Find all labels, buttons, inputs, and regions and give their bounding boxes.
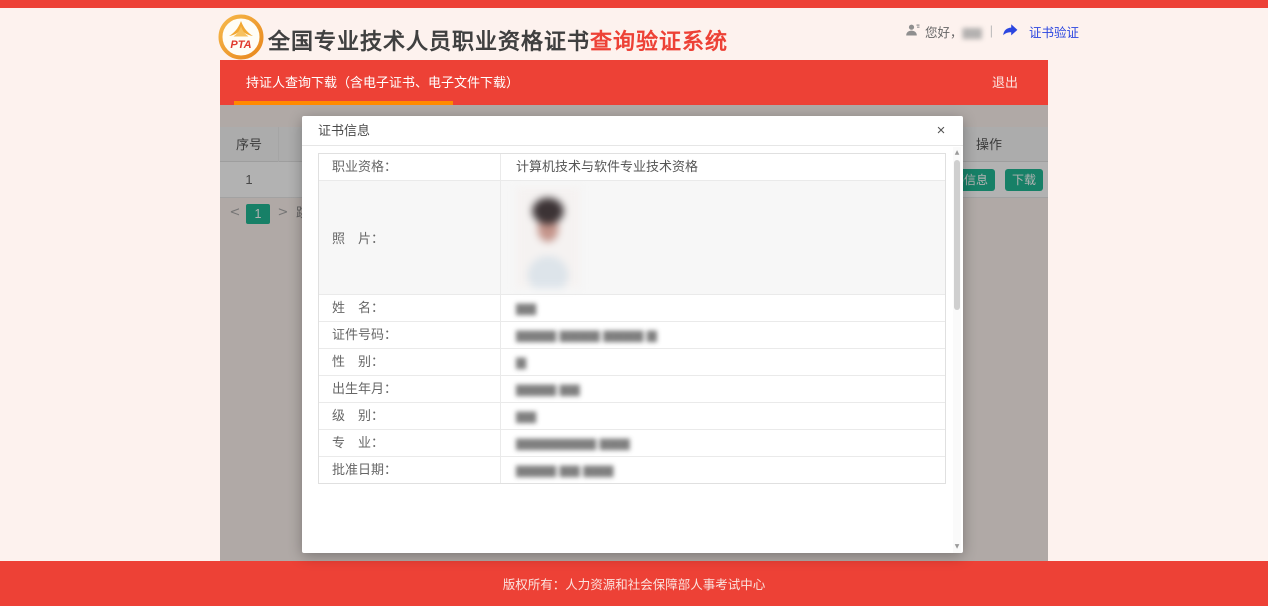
nav-bar: 持证人查询下载（含电子证书、电子文件下载） 退出	[220, 60, 1048, 105]
top-accent-bar	[0, 0, 1268, 8]
field-label: 职业资格：	[319, 154, 501, 180]
greeting-text: 您好，	[925, 22, 963, 41]
field-value-redacted: ▆	[501, 349, 945, 375]
logout-button[interactable]: 退出	[992, 60, 1018, 105]
field-label: 证件号码：	[319, 322, 501, 348]
footer-bar: 版权所有：人力资源和社会保障部人事考试中心	[0, 561, 1268, 606]
content-area: 序号 操作 1 证书信息 下载 < 1 > 跳至 证书信息 ×	[220, 105, 1048, 561]
scrollbar-thumb[interactable]	[954, 160, 960, 310]
field-row-approval-date: 批准日期： ▆▆▆▆ ▆▆ ▆▆▆	[319, 457, 945, 483]
field-row-level: 级 别： ▆▆	[319, 403, 945, 430]
pta-logo-icon: PTA	[218, 14, 264, 60]
field-row-qualification: 职业资格： 计算机技术与软件专业技术资格	[319, 154, 945, 181]
field-value-redacted: ▆▆	[501, 295, 945, 321]
field-row-name: 姓 名： ▆▆	[319, 295, 945, 322]
field-label: 姓 名：	[319, 295, 501, 321]
scroll-down-icon[interactable]: ▼	[953, 542, 961, 552]
certificate-fields-table: 职业资格： 计算机技术与软件专业技术资格 照 片： 姓 名： ▆▆	[318, 153, 946, 484]
field-label: 照 片：	[319, 181, 501, 294]
svg-text:PTA: PTA	[230, 39, 251, 51]
field-row-photo: 照 片：	[319, 181, 945, 295]
field-value-redacted: ▆▆▆▆ ▆▆▆▆ ▆▆▆▆ ▆	[501, 322, 945, 348]
certificate-info-dialog: 证书信息 × 职业资格： 计算机技术与软件专业技术资格 照 片：	[302, 116, 963, 553]
user-name-redacted: ▆▆	[963, 24, 982, 39]
copyright-text: 版权所有：人力资源和社会保障部人事考试中心	[0, 561, 1268, 593]
tab-holder-query-download[interactable]: 持证人查询下载（含电子证书、电子文件下载）	[246, 60, 519, 105]
share-arrow-icon	[1001, 22, 1019, 40]
id-photo	[516, 187, 580, 288]
close-icon[interactable]: ×	[931, 116, 951, 146]
field-value-redacted: ▆▆▆▆▆▆▆▆ ▆▆▆	[501, 430, 945, 456]
page-title-accent: 查询验证系统	[590, 29, 728, 54]
field-label: 级 别：	[319, 403, 501, 429]
field-row-gender: 性 别： ▆	[319, 349, 945, 376]
field-label: 性 别：	[319, 349, 501, 375]
modal-title: 证书信息	[318, 123, 370, 138]
field-row-id-number: 证件号码： ▆▆▆▆ ▆▆▆▆ ▆▆▆▆ ▆	[319, 322, 945, 349]
modal-body: 职业资格： 计算机技术与软件专业技术资格 照 片： 姓 名： ▆▆	[302, 147, 963, 553]
field-row-major: 专 业： ▆▆▆▆▆▆▆▆ ▆▆▆	[319, 430, 945, 457]
field-value: 计算机技术与软件专业技术资格	[501, 154, 945, 180]
page-title-main: 全国专业技术人员职业资格证书	[268, 29, 590, 54]
scroll-up-icon[interactable]: ▲	[953, 148, 961, 158]
field-label: 出生年月：	[319, 376, 501, 402]
field-value	[501, 181, 945, 294]
user-icon	[905, 23, 920, 40]
field-value-redacted: ▆▆	[501, 403, 945, 429]
certificate-verify-link[interactable]: 证书验证	[1029, 22, 1079, 41]
page-title: 全国专业技术人员职业资格证书查询验证系统	[268, 24, 728, 56]
field-value-redacted: ▆▆▆▆ ▆▆	[501, 376, 945, 402]
header-user-area: 您好， ▆▆ | 证书验证	[905, 22, 1079, 40]
field-label: 专 业：	[319, 430, 501, 456]
main-column: 持证人查询下载（含电子证书、电子文件下载） 退出 序号 操作 1 证书信息 下载…	[220, 60, 1048, 561]
header-divider: |	[990, 24, 993, 38]
modal-header: 证书信息 ×	[302, 116, 963, 146]
field-value-redacted: ▆▆▆▆ ▆▆ ▆▆▆	[501, 457, 945, 483]
field-row-birth: 出生年月： ▆▆▆▆ ▆▆	[319, 376, 945, 403]
pta-logo: PTA	[218, 14, 264, 60]
modal-scrollbar[interactable]: ▲ ▼	[953, 147, 961, 553]
field-label: 批准日期：	[319, 457, 501, 483]
